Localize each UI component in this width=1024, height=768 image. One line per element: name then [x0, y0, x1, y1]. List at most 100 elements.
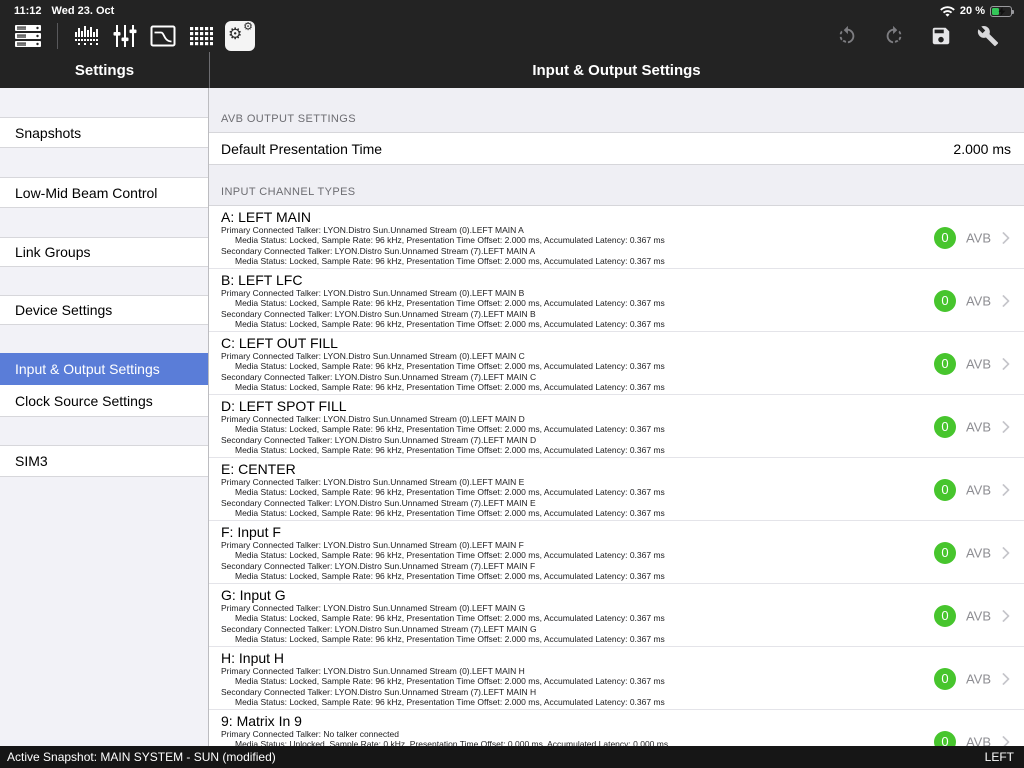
save-button[interactable] — [927, 21, 955, 51]
default-presentation-time-value: 2.000 ms — [953, 141, 1011, 157]
spectrum-analyzer-button[interactable] — [73, 21, 101, 51]
channel-detail: Primary Connected Talker: LYON.Distro Su… — [221, 477, 904, 487]
channel-row-d[interactable]: D: LEFT SPOT FILL Primary Connected Talk… — [209, 395, 1024, 458]
settings-gears-button[interactable]: ⚙⚙ — [225, 21, 255, 51]
sidebar-item-sim3[interactable]: SIM3 — [0, 445, 208, 477]
channel-detail: Primary Connected Talker: LYON.Distro Su… — [221, 414, 904, 424]
channel-row-9[interactable]: 9: Matrix In 9 Primary Connected Talker:… — [209, 710, 1024, 746]
channel-detail: Media Status: Locked, Sample Rate: 96 kH… — [221, 676, 904, 686]
status-bar: 11:12 Wed 23. Oct 20 % — [0, 0, 1024, 20]
channel-faders-button[interactable] — [111, 21, 139, 51]
channel-row-a[interactable]: A: LEFT MAIN Primary Connected Talker: L… — [209, 206, 1024, 269]
channel-detail: Media Status: Unlocked, Sample Rate: 0 k… — [221, 739, 904, 746]
chevron-right-icon — [997, 609, 1010, 622]
sidebar-spacer — [0, 325, 208, 353]
sidebar-item-low-mid-beam-control[interactable]: Low-Mid Beam Control — [0, 177, 208, 208]
channel-count-badge: 0 — [934, 605, 956, 627]
battery-icon — [990, 6, 1012, 17]
channel-detail: Media Status: Locked, Sample Rate: 96 kH… — [221, 424, 904, 434]
channel-detail: Media Status: Locked, Sample Rate: 96 kH… — [221, 235, 904, 245]
status-time: 11:12 — [14, 5, 42, 17]
channel-row-g[interactable]: G: Input G Primary Connected Talker: LYO… — [209, 584, 1024, 647]
channel-type-label: AVB — [966, 671, 991, 686]
sidebar-spacer — [0, 208, 208, 237]
tools-wrench-button[interactable] — [974, 21, 1002, 51]
chevron-right-icon — [997, 546, 1010, 559]
sidebar-item-input-output-settings[interactable]: Input & Output Settings — [0, 353, 208, 385]
channel-detail: Secondary Connected Talker: LYON.Distro … — [221, 498, 904, 508]
channel-count-badge: 0 — [934, 416, 956, 438]
default-presentation-time-row[interactable]: Default Presentation Time 2.000 ms — [209, 132, 1024, 165]
channel-title: D: LEFT SPOT FILL — [221, 398, 904, 414]
channel-list: A: LEFT MAIN Primary Connected Talker: L… — [209, 205, 1024, 746]
channel-title: A: LEFT MAIN — [221, 209, 904, 225]
channel-row-b[interactable]: B: LEFT LFC Primary Connected Talker: LY… — [209, 269, 1024, 332]
channel-detail: Secondary Connected Talker: LYON.Distro … — [221, 561, 904, 571]
chevron-right-icon — [997, 420, 1010, 433]
channel-type-label: AVB — [966, 293, 991, 308]
channel-detail: Media Status: Locked, Sample Rate: 96 kH… — [221, 445, 904, 455]
channel-count-badge: 0 — [934, 227, 956, 249]
default-presentation-time-label: Default Presentation Time — [221, 141, 382, 157]
channel-detail: Media Status: Locked, Sample Rate: 96 kH… — [221, 571, 904, 581]
channel-count-badge: 0 — [934, 542, 956, 564]
channel-count-badge: 0 — [934, 731, 956, 747]
channel-type-label: AVB — [966, 482, 991, 497]
input-output-settings-panel: AVB OUTPUT SETTINGS Default Presentation… — [209, 88, 1024, 746]
channel-detail: Primary Connected Talker: LYON.Distro Su… — [221, 603, 904, 613]
chevron-right-icon — [997, 483, 1010, 496]
channel-detail: Media Status: Locked, Sample Rate: 96 kH… — [221, 487, 904, 497]
channel-detail: Secondary Connected Talker: LYON.Distro … — [221, 309, 904, 319]
matrix-grid-button[interactable] — [187, 21, 215, 51]
sidebar-spacer — [0, 148, 208, 177]
transfer-curve-icon — [150, 24, 176, 48]
sidebar-item-link-groups[interactable]: Link Groups — [0, 237, 208, 267]
channel-row-e[interactable]: E: CENTER Primary Connected Talker: LYON… — [209, 458, 1024, 521]
channel-type-label: AVB — [966, 230, 991, 245]
channel-count-badge: 0 — [934, 353, 956, 375]
channel-title: F: Input F — [221, 524, 904, 540]
channel-detail: Primary Connected Talker: LYON.Distro Su… — [221, 288, 904, 298]
chevron-right-icon — [997, 735, 1010, 746]
transfer-curve-button[interactable] — [149, 21, 177, 51]
channel-count-badge: 0 — [934, 668, 956, 690]
chevron-right-icon — [997, 672, 1010, 685]
section-header-avb-output: AVB OUTPUT SETTINGS — [209, 88, 1024, 132]
channel-type-label: AVB — [966, 356, 991, 371]
sidebar-spacer — [0, 88, 208, 117]
channel-detail: Primary Connected Talker: LYON.Distro Su… — [221, 351, 904, 361]
channel-detail: Media Status: Locked, Sample Rate: 96 kH… — [221, 550, 904, 560]
sidebar-spacer — [0, 267, 208, 295]
channel-count-badge: 0 — [934, 479, 956, 501]
save-icon — [930, 25, 952, 47]
channel-title: G: Input G — [221, 587, 904, 603]
channel-detail: Media Status: Locked, Sample Rate: 96 kH… — [221, 256, 904, 266]
channel-detail: Secondary Connected Talker: LYON.Distro … — [221, 624, 904, 634]
top-bar: 11:12 Wed 23. Oct 20 % — [0, 0, 1024, 88]
channel-row-c[interactable]: C: LEFT OUT FILL Primary Connected Talke… — [209, 332, 1024, 395]
channel-row-h[interactable]: H: Input H Primary Connected Talker: LYO… — [209, 647, 1024, 710]
active-snapshot-label: Active Snapshot: MAIN SYSTEM - SUN (modi… — [7, 750, 276, 764]
channel-type-label: AVB — [966, 608, 991, 623]
channel-detail: Media Status: Locked, Sample Rate: 96 kH… — [221, 361, 904, 371]
status-footer: Active Snapshot: MAIN SYSTEM - SUN (modi… — [0, 746, 1024, 768]
sidebar-item-snapshots[interactable]: Snapshots — [0, 117, 208, 148]
sidebar-item-device-settings[interactable]: Device Settings — [0, 295, 208, 325]
charging-bolt-icon — [996, 7, 1008, 16]
sidebar-title: Settings — [0, 52, 209, 88]
channel-title: 9: Matrix In 9 — [221, 713, 904, 729]
toolbar-divider — [57, 23, 58, 49]
channel-detail: Media Status: Locked, Sample Rate: 96 kH… — [221, 508, 904, 518]
sidebar-item-clock-source-settings[interactable]: Clock Source Settings — [0, 385, 208, 417]
channel-row-f[interactable]: F: Input F Primary Connected Talker: LYO… — [209, 521, 1024, 584]
channel-detail: Media Status: Locked, Sample Rate: 96 kH… — [221, 697, 904, 707]
redo-button[interactable] — [880, 21, 908, 51]
undo-button[interactable] — [833, 21, 861, 51]
chevron-right-icon — [997, 294, 1010, 307]
devices-rack-button[interactable] — [14, 21, 42, 51]
matrix-grid-icon — [189, 24, 213, 48]
page-title: Input & Output Settings — [209, 52, 1024, 88]
channel-title: H: Input H — [221, 650, 904, 666]
chevron-right-icon — [997, 357, 1010, 370]
channel-detail: Media Status: Locked, Sample Rate: 96 kH… — [221, 298, 904, 308]
